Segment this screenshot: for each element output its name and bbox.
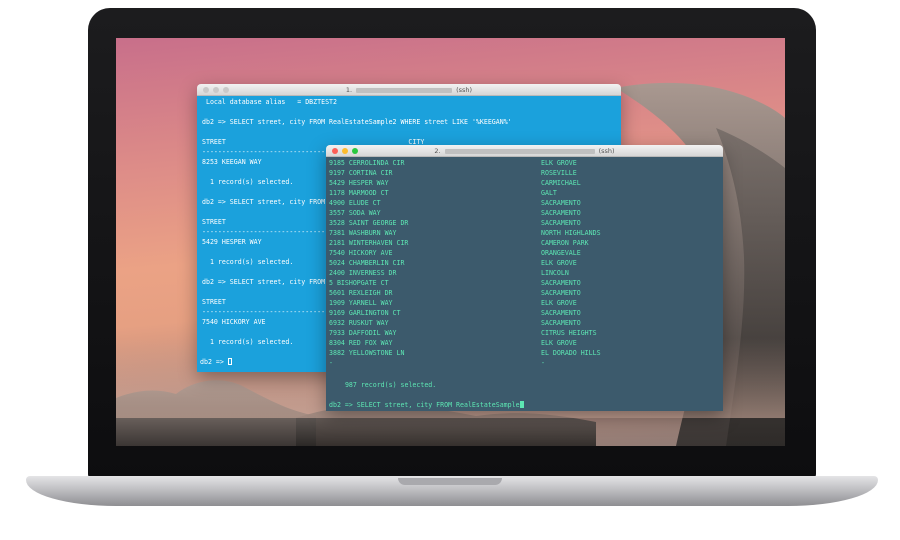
row-city: SACRAMENTO [541, 199, 581, 207]
row-city: ELK GROVE [541, 259, 577, 267]
row-city: ELK GROVE [541, 159, 577, 167]
row-street: 5 BISHOPGATE CT [329, 279, 389, 287]
row-street: 3882 YELLOWSTONE LN [329, 349, 405, 357]
terminal-prompt: db2 => SELECT street, city FROM RealEsta… [329, 401, 520, 409]
terminal-1-title-suffix: (ssh) [456, 86, 473, 94]
terminal-line: STREET [202, 298, 226, 306]
row-street: 5429 HESPER WAY [329, 179, 389, 187]
terminal-line: 5429 HESPER WAY [202, 238, 262, 246]
terminal-1-title: 1. (ssh) [197, 84, 621, 96]
row-city: LINCOLN [541, 269, 569, 277]
terminal-1-titlebar[interactable]: 1. (ssh) [197, 84, 621, 96]
terminal-line: 1 record(s) selected. [202, 338, 294, 346]
row-city: SACRAMENTO [541, 309, 581, 317]
hostname-redacted [356, 87, 453, 93]
terminal-2-titlebar[interactable]: 2. (ssh) [326, 145, 723, 157]
row-street: 6932 RUSKUT WAY [329, 319, 389, 327]
row-street: 7933 DAFFODIL WAY [329, 329, 397, 337]
terminal-line: 1 record(s) selected. [202, 258, 294, 266]
row-street: 8304 RED FOX WAY [329, 339, 393, 347]
row-city: ORANGEVALE [541, 249, 581, 257]
row-street: 3557 SODA WAY [329, 209, 381, 217]
row-street: 2400 INVERNESS DR [329, 269, 397, 277]
row-street: 1909 YARNELL WAY [329, 299, 393, 307]
terminal-line: 7540 HICKORY AVE [202, 318, 266, 326]
row-city: CARMICHAEL [541, 179, 581, 187]
terminal-2-output[interactable]: 9185 CERROLINDA CIR ELK GROVE 9197 CORTINA… [326, 157, 723, 411]
terminal-line: db2 => SELECT street, city FROM R [202, 198, 334, 206]
row-street: 7540 HICKORY AVE [329, 249, 393, 257]
row-street: 4900 ELUDE CT [329, 199, 381, 207]
row-city: - [541, 359, 545, 367]
row-city: ELK GROVE [541, 299, 577, 307]
row-street: 1178 MARMOOD CT [329, 189, 389, 197]
row-city: SACRAMENTO [541, 289, 581, 297]
row-street: 9185 CERROLINDA CIR [329, 159, 405, 167]
terminal-prompt-line[interactable]: db2 => SELECT street, city FROM RealEsta… [329, 401, 524, 409]
terminal-2-title-suffix: (ssh) [598, 147, 615, 155]
terminal-line: db2 => SELECT street, city FROM RealEsta… [202, 118, 512, 126]
row-street: 2181 WINTERHAVEN CIR [329, 239, 409, 247]
terminal-2-title-number: 2. [434, 147, 441, 155]
row-city: CAMERON PARK [541, 239, 589, 247]
terminal-line: 1 record(s) selected. [202, 178, 294, 186]
row-city: ELK GROVE [541, 339, 577, 347]
row-city: SACRAMENTO [541, 219, 581, 227]
record-count-line: 987 record(s) selected. [337, 381, 437, 389]
row-street: 9197 CORTINA CIR [329, 169, 393, 177]
row-street: 5601 REXLEIGH DR [329, 289, 393, 297]
row-city: SACRAMENTO [541, 209, 581, 217]
terminal-line: 8253 KEEGAN WAY [202, 158, 262, 166]
row-street: 3528 SAINT GEORGE DR [329, 219, 409, 227]
terminal-line: STREET [202, 218, 226, 226]
laptop-notch [398, 478, 502, 485]
terminal-prompt: db2 => [200, 358, 228, 366]
row-street: 5024 CHAMBERLIN CIR [329, 259, 405, 267]
hostname-redacted [444, 148, 595, 154]
row-street: - [329, 359, 333, 367]
terminal-line: Local database alias = DBZTEST2 [202, 98, 337, 106]
row-street: 7381 WASHBURN WAY [329, 229, 397, 237]
terminal-2-title: 2. (ssh) [326, 145, 723, 157]
terminal-window-2[interactable]: 2. (ssh) 9185 CERROLINDA CIR ELK GROVE 919… [326, 145, 723, 411]
terminal-1-title-number: 1. [345, 86, 353, 94]
row-city: SACRAMENTO [541, 319, 581, 327]
row-street: 9169 GARLINGTON CT [329, 309, 401, 317]
row-city: CITRUS HEIGHTS [541, 329, 597, 337]
row-city: GALT [541, 189, 557, 197]
row-city: NORTH HIGHLANDS [541, 229, 601, 237]
row-city: ROSEVILLE [541, 169, 577, 177]
row-city: SACRAMENTO [541, 279, 581, 287]
terminal-line: db2 => SELECT street, city FROM R [202, 278, 334, 286]
text-cursor [519, 401, 524, 408]
terminal-prompt-line[interactable]: db2 => [200, 358, 232, 366]
row-city: EL DORADO HILLS [541, 349, 601, 357]
text-cursor [227, 358, 232, 365]
